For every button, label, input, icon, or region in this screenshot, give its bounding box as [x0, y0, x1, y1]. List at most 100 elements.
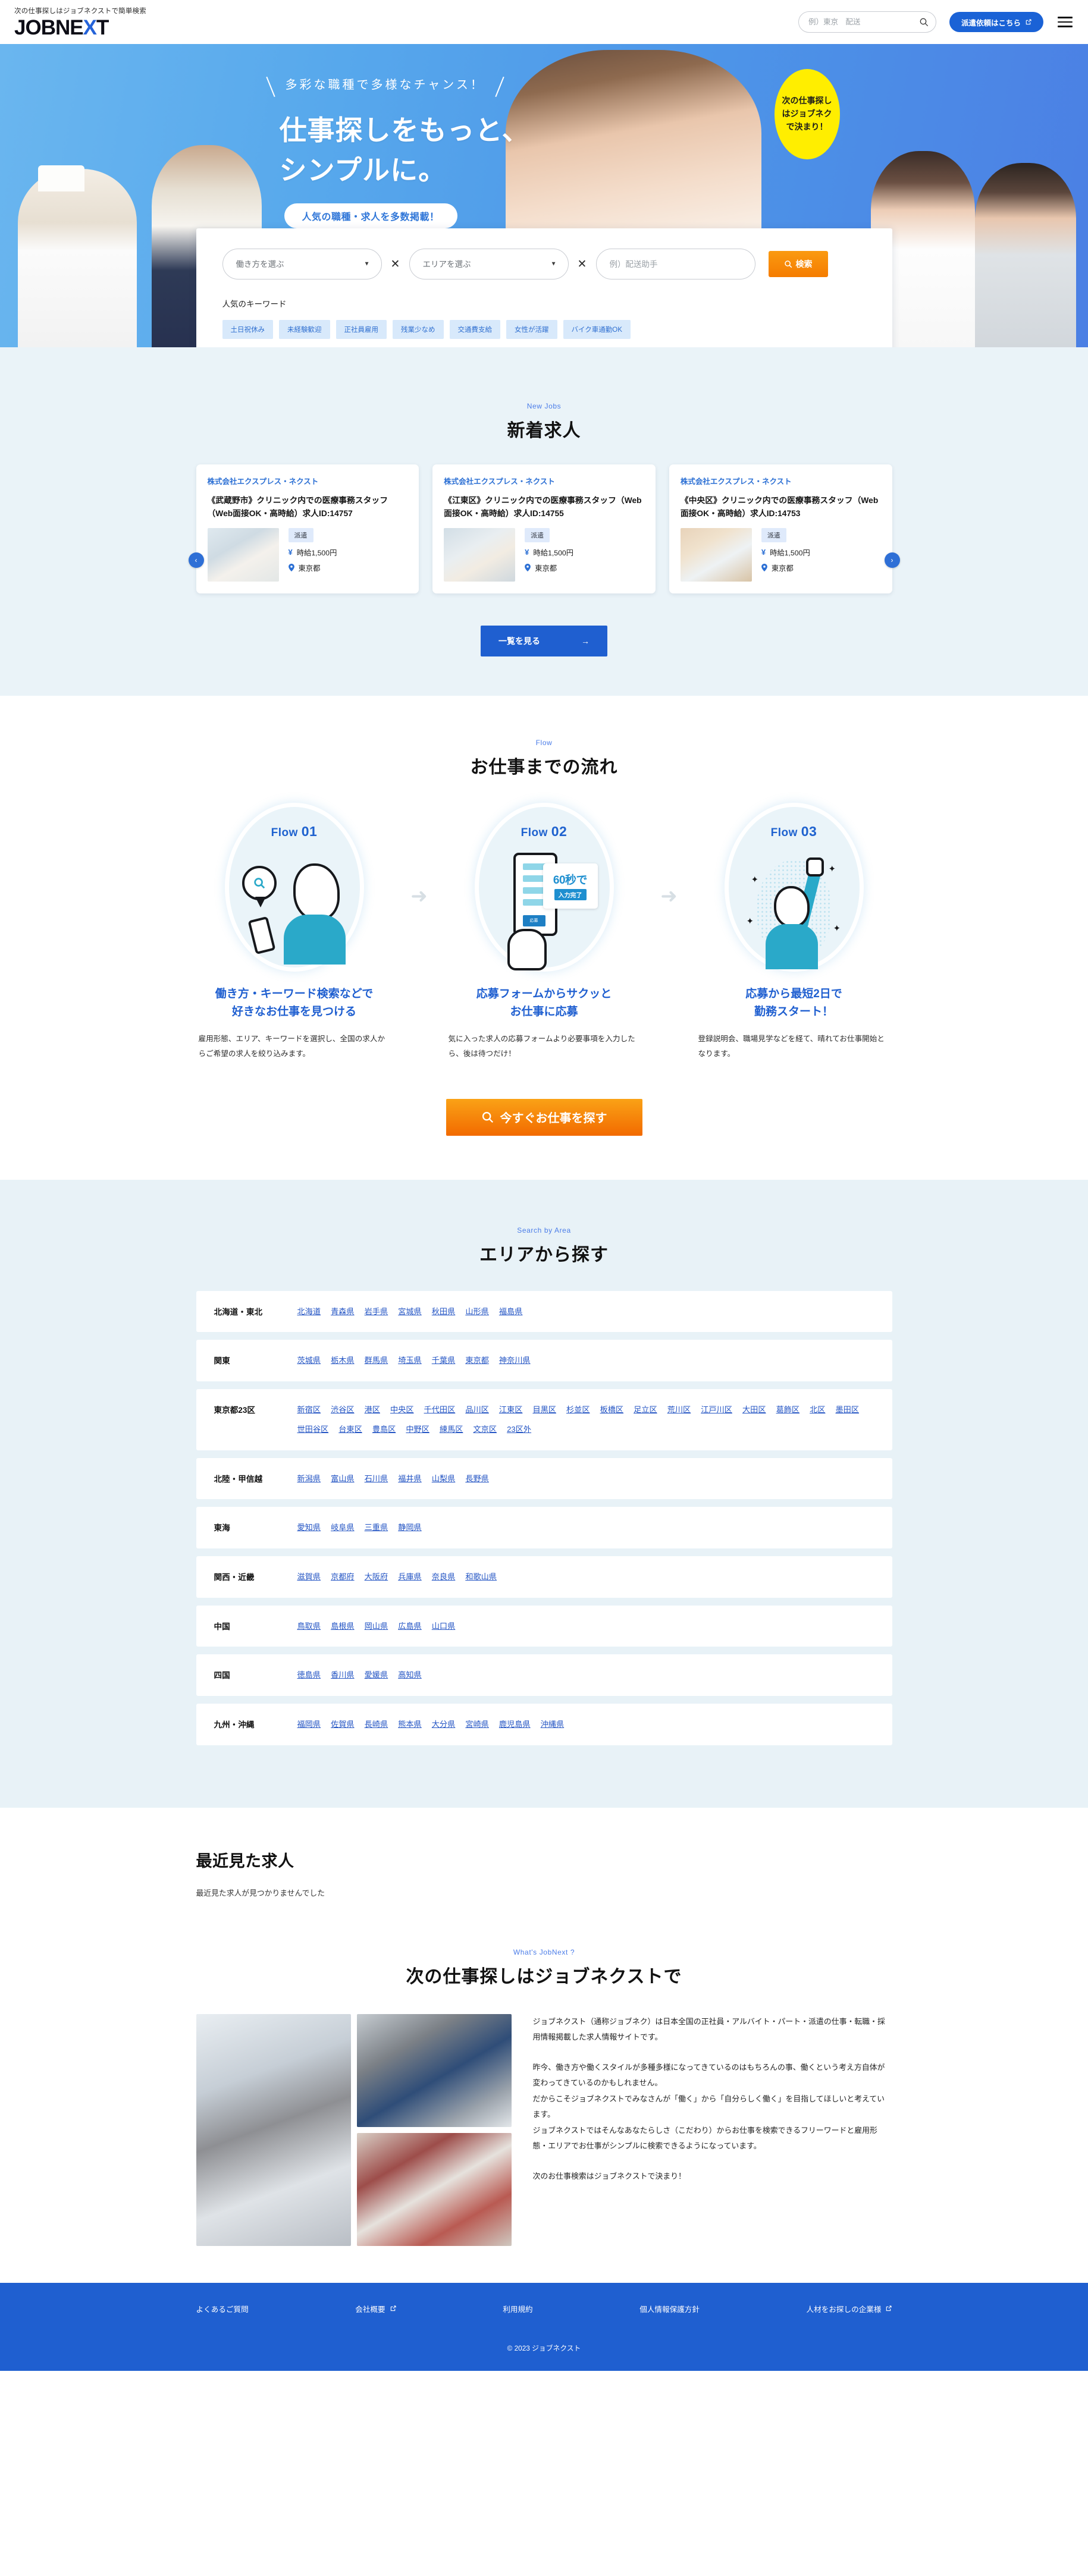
area-prefecture-link[interactable]: 北区 — [810, 1402, 825, 1418]
area-prefecture-link[interactable]: 杉並区 — [566, 1402, 590, 1418]
area-prefecture-link[interactable]: 文京区 — [474, 1422, 497, 1437]
area-prefecture-link[interactable]: 渋谷区 — [331, 1402, 355, 1418]
area-prefecture-link[interactable]: 福島県 — [499, 1304, 523, 1320]
keyword-tag[interactable]: 未経験歓迎 — [279, 320, 330, 339]
area-prefecture-link[interactable]: 愛媛県 — [365, 1667, 388, 1683]
area-prefecture-link[interactable]: 江戸川区 — [701, 1402, 732, 1418]
area-prefecture-link[interactable]: 豊島区 — [372, 1422, 396, 1437]
area-prefecture-link[interactable]: 滋賀県 — [297, 1569, 321, 1585]
footer-link[interactable]: 個人情報保護方針 — [639, 2303, 700, 2314]
keyword-tag[interactable]: バイク車通勤OK — [563, 320, 631, 339]
job-card[interactable]: 株式会社エクスプレス・ネクスト 《江東区》クリニック内での医療事務スタッフ（We… — [432, 464, 656, 593]
area-prefecture-link[interactable]: 山梨県 — [432, 1471, 456, 1487]
area-prefecture-link[interactable]: 石川県 — [365, 1471, 388, 1487]
area-prefecture-link[interactable]: 中野区 — [406, 1422, 429, 1437]
area-prefecture-link[interactable]: 岡山県 — [365, 1619, 388, 1634]
area-prefecture-link[interactable]: 千葉県 — [432, 1353, 456, 1368]
area-prefecture-link[interactable]: 宮崎県 — [465, 1717, 489, 1732]
area-prefecture-link[interactable]: 練馬区 — [440, 1422, 463, 1437]
area-prefecture-link[interactable]: 新宿区 — [297, 1402, 321, 1418]
area-prefecture-link[interactable]: 大分県 — [432, 1717, 456, 1732]
area-prefecture-link[interactable]: 世田谷区 — [297, 1422, 329, 1437]
area-prefecture-link[interactable]: 江東区 — [499, 1402, 523, 1418]
area-prefecture-link[interactable]: 三重県 — [365, 1520, 388, 1535]
area-prefecture-link[interactable]: 大阪府 — [365, 1569, 388, 1585]
area-prefecture-link[interactable]: 岩手県 — [365, 1304, 388, 1320]
view-all-jobs-button[interactable]: 一覧を見る → — [481, 625, 607, 656]
area-prefecture-link[interactable]: 東京都 — [465, 1353, 489, 1368]
footer-link[interactable]: 人材をお探しの企業様 — [807, 2303, 892, 2314]
area-prefecture-link[interactable]: 大田区 — [742, 1402, 766, 1418]
area-prefecture-link[interactable]: 徳島県 — [297, 1667, 321, 1683]
search-jobs-now-button[interactable]: 今すぐお仕事を探す — [446, 1098, 642, 1136]
area-prefecture-link[interactable]: 秋田県 — [432, 1304, 456, 1320]
footer-link[interactable]: 会社概要 — [355, 2303, 396, 2314]
footer-link[interactable]: 利用規約 — [503, 2303, 532, 2314]
area-prefecture-link[interactable]: 台東区 — [338, 1422, 362, 1437]
area-prefecture-link[interactable]: 栃木県 — [331, 1353, 355, 1368]
area-prefecture-link[interactable]: 板橋区 — [600, 1402, 624, 1418]
area-prefecture-link[interactable]: 島根県 — [331, 1619, 355, 1634]
area-prefecture-link[interactable]: 鳥取県 — [297, 1619, 321, 1634]
area-prefecture-link[interactable]: 佐賀県 — [331, 1717, 355, 1732]
keyword-tag[interactable]: 交通費支給 — [449, 320, 500, 339]
keyword-input[interactable] — [595, 249, 755, 279]
area-prefecture-link[interactable]: 目黒区 — [532, 1402, 556, 1418]
carousel-next-icon[interactable]: › — [884, 552, 900, 568]
area-prefecture-link[interactable]: 中央区 — [390, 1402, 414, 1418]
area-prefecture-link[interactable]: 沖縄県 — [541, 1717, 565, 1732]
area-prefecture-link[interactable]: 北海道 — [297, 1304, 321, 1320]
header-search-input[interactable] — [808, 18, 919, 26]
area-prefecture-link[interactable]: 高知県 — [398, 1667, 422, 1683]
search-submit-button[interactable]: 検索 — [768, 251, 828, 277]
area-prefecture-link[interactable]: 港区 — [365, 1402, 380, 1418]
area-prefecture-link[interactable]: 奈良県 — [432, 1569, 456, 1585]
area-prefecture-link[interactable]: 荒川区 — [667, 1402, 691, 1418]
area-prefecture-link[interactable]: 青森県 — [331, 1304, 355, 1320]
job-card[interactable]: 株式会社エクスプレス・ネクスト 《武蔵野市》クリニック内での医療事務スタッフ（W… — [196, 464, 419, 593]
footer-link[interactable]: よくあるご質問 — [196, 2303, 249, 2314]
keyword-tag[interactable]: 土日祝休み — [222, 320, 273, 339]
area-prefecture-link[interactable]: 京都府 — [331, 1569, 355, 1585]
area-prefecture-link[interactable]: 熊本県 — [398, 1717, 422, 1732]
area-prefecture-link[interactable]: 山口県 — [432, 1619, 456, 1634]
keyword-tag[interactable]: 残業少なめ — [393, 320, 444, 339]
area-prefecture-link[interactable]: 群馬県 — [365, 1353, 388, 1368]
area-select[interactable]: エリアを選ぶ — [409, 249, 569, 279]
area-prefecture-link[interactable]: 埼玉県 — [398, 1353, 422, 1368]
area-prefecture-link[interactable]: 新潟県 — [297, 1471, 321, 1487]
site-logo[interactable]: 次の仕事探しはジョブネクストで簡単検索 JOBNEXT — [14, 6, 146, 38]
worktype-select[interactable]: 働き方を選ぶ — [222, 249, 382, 279]
area-prefecture-link[interactable]: 長崎県 — [365, 1717, 388, 1732]
area-prefecture-link[interactable]: 福岡県 — [297, 1717, 321, 1732]
area-prefecture-link[interactable]: 茨城県 — [297, 1353, 321, 1368]
area-prefecture-link[interactable]: 広島県 — [398, 1619, 422, 1634]
area-prefecture-link[interactable]: 鹿児島県 — [499, 1717, 531, 1732]
area-prefecture-link[interactable]: 長野県 — [465, 1471, 489, 1487]
area-prefecture-link[interactable]: 福井県 — [398, 1471, 422, 1487]
area-prefecture-link[interactable]: 葛飾区 — [776, 1402, 800, 1418]
area-prefecture-link[interactable]: 兵庫県 — [398, 1569, 422, 1585]
area-prefecture-link[interactable]: 宮城県 — [398, 1304, 422, 1320]
area-prefecture-link[interactable]: 品川区 — [465, 1402, 489, 1418]
carousel-prev-icon[interactable]: ‹ — [188, 552, 204, 568]
area-prefecture-link[interactable]: 山形県 — [465, 1304, 489, 1320]
area-prefecture-link[interactable]: 愛知県 — [297, 1520, 321, 1535]
area-prefecture-link[interactable]: 静岡県 — [398, 1520, 422, 1535]
area-prefecture-link[interactable]: 岐阜県 — [331, 1520, 355, 1535]
area-prefecture-links: 徳島県 香川県 愛媛県 高知県 — [297, 1667, 874, 1683]
area-prefecture-link[interactable]: 足立区 — [634, 1402, 657, 1418]
area-prefecture-link[interactable]: 23区外 — [507, 1422, 531, 1437]
area-prefecture-link[interactable]: 千代田区 — [424, 1402, 456, 1418]
hamburger-menu-icon[interactable] — [1056, 14, 1074, 30]
job-card[interactable]: 株式会社エクスプレス・ネクスト 《中央区》クリニック内での医療事務スタッフ（We… — [669, 464, 892, 593]
area-prefecture-link[interactable]: 富山県 — [331, 1471, 355, 1487]
keyword-tag[interactable]: 女性が活躍 — [506, 320, 557, 339]
area-prefecture-link[interactable]: 和歌山県 — [465, 1569, 497, 1585]
area-prefecture-link[interactable]: 神奈川県 — [499, 1353, 531, 1368]
area-prefecture-link[interactable]: 香川県 — [331, 1667, 355, 1683]
dispatch-request-button[interactable]: 派遣依頼はこちら — [949, 12, 1043, 32]
keyword-tag[interactable]: 正社員雇用 — [336, 320, 387, 339]
area-prefecture-link[interactable]: 墨田区 — [836, 1402, 860, 1418]
header-search-box[interactable] — [798, 11, 936, 33]
